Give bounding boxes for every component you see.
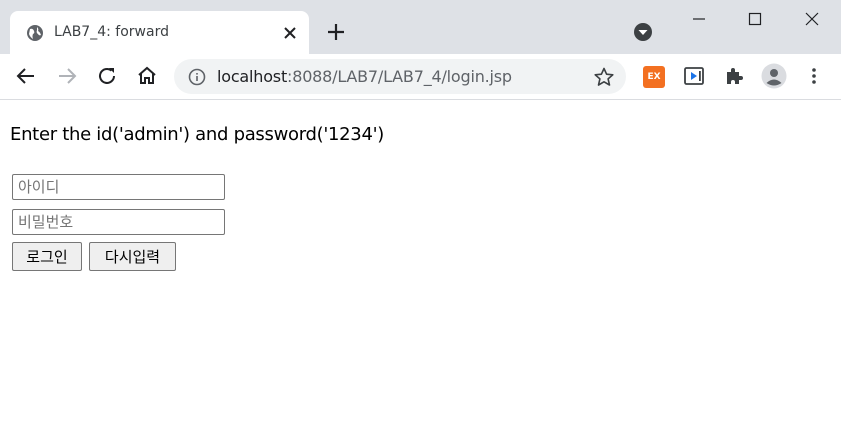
login-button[interactable]: 로그인 (12, 242, 82, 271)
site-info-icon[interactable] (188, 68, 206, 86)
home-icon[interactable] (135, 64, 159, 88)
menu-kebab-icon[interactable] (803, 65, 825, 87)
media-extension-icon[interactable] (683, 65, 705, 87)
minimize-icon[interactable] (684, 6, 714, 32)
ex-extension-icon[interactable]: EX (643, 66, 665, 88)
url-text[interactable]: localhost:8088/LAB7/LAB7_4/login.jsp (217, 67, 512, 86)
forward-icon[interactable] (55, 64, 79, 88)
close-tab-icon[interactable] (281, 24, 299, 42)
tab-active[interactable]: LAB7_4: forward (10, 11, 309, 54)
globe-icon (27, 25, 43, 41)
password-input[interactable] (12, 209, 225, 235)
profile-avatar-icon[interactable] (761, 63, 787, 89)
tab-title: LAB7_4: forward (54, 24, 169, 40)
back-icon[interactable] (14, 64, 38, 88)
reset-button[interactable]: 다시입력 (89, 242, 176, 271)
new-tab-icon[interactable] (325, 21, 347, 43)
bookmark-star-icon[interactable] (593, 66, 615, 88)
extensions-puzzle-icon[interactable] (723, 65, 745, 87)
browser-window: LAB7_4: forward localhost:8088/LAB7/LAB7… (0, 0, 841, 445)
id-input[interactable] (12, 174, 225, 200)
reload-icon[interactable] (95, 64, 119, 88)
url-host: localhost (217, 67, 288, 86)
address-bar[interactable]: localhost:8088/LAB7/LAB7_4/login.jsp (174, 59, 626, 94)
page-content: Enter the id('admin') and password('1234… (0, 100, 841, 445)
url-path: :8088/LAB7/LAB7_4/login.jsp (287, 67, 512, 86)
browser-toolbar: localhost:8088/LAB7/LAB7_4/login.jsp EX (0, 54, 841, 100)
tab-search-icon[interactable] (632, 21, 654, 43)
close-window-icon[interactable] (797, 6, 827, 32)
tab-strip: LAB7_4: forward (0, 0, 841, 54)
page-heading: Enter the id('admin') and password('1234… (10, 124, 384, 145)
maximize-icon[interactable] (740, 6, 770, 32)
